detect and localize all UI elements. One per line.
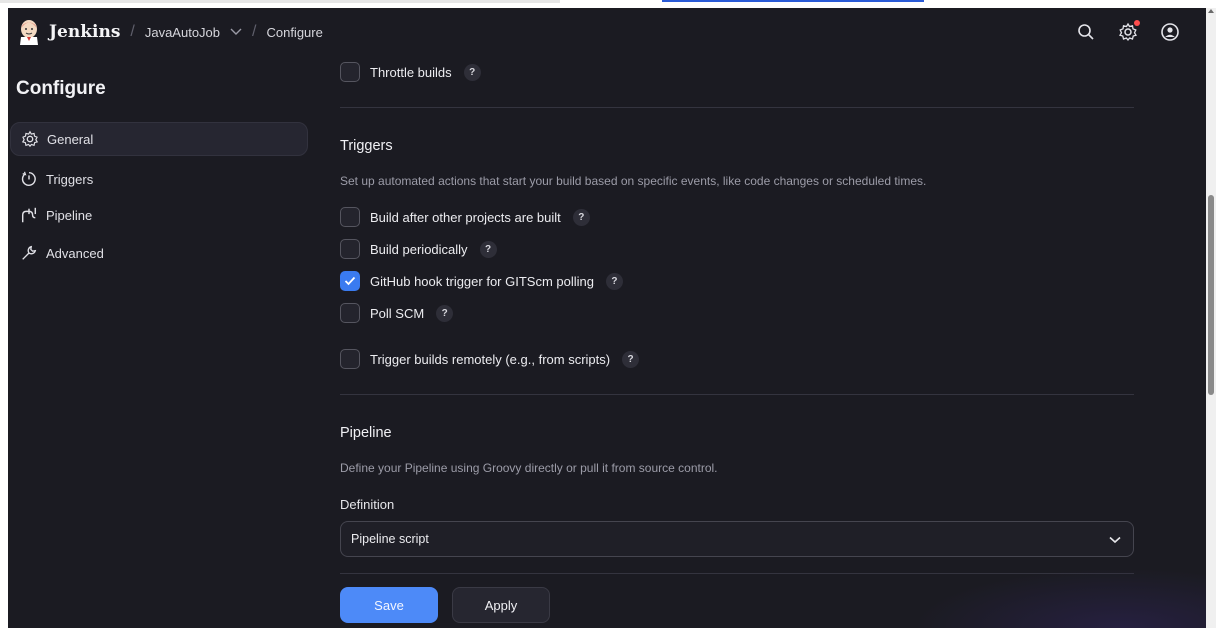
build-periodically-checkbox[interactable]: [340, 239, 360, 259]
build-after-other-checkbox[interactable]: [340, 207, 360, 227]
sidebar-item-label: Advanced: [46, 245, 104, 261]
page-scrollbar[interactable]: [1206, 8, 1216, 628]
breadcrumb-job[interactable]: JavaAutoJob: [145, 25, 220, 40]
chevron-down-icon[interactable]: [230, 25, 242, 39]
definition-selected-value: Pipeline script: [351, 532, 429, 546]
scroll-up-arrow-icon[interactable]: [1208, 8, 1214, 14]
help-icon[interactable]: ?: [622, 350, 640, 368]
checkmark-icon: [344, 276, 356, 286]
breadcrumb-separator: /: [130, 23, 135, 40]
help-icon[interactable]: ?: [479, 240, 497, 258]
throttle-builds-checkbox[interactable]: [340, 62, 360, 82]
help-icon[interactable]: ?: [436, 304, 454, 322]
section-divider: [340, 394, 1134, 395]
sidebar-item-label: Triggers: [46, 171, 94, 187]
help-icon[interactable]: ?: [605, 272, 623, 290]
gear-icon: [21, 130, 39, 148]
save-button[interactable]: Save: [340, 587, 438, 623]
option-label[interactable]: GitHub hook trigger for GITScm polling: [370, 274, 594, 289]
triggers-section-title: Triggers: [340, 138, 393, 154]
poll-scm-checkbox[interactable]: [340, 303, 360, 323]
section-divider: [340, 107, 1134, 108]
configure-form: Throttle builds ? Triggers Set up automa…: [340, 8, 1140, 628]
throttle-builds-option[interactable]: Throttle builds ?: [340, 62, 481, 82]
help-icon[interactable]: ?: [572, 208, 590, 226]
pipeline-section-title: Pipeline: [340, 425, 392, 441]
timer-icon: [20, 170, 38, 188]
sidebar-item-general[interactable]: General: [10, 122, 308, 156]
trigger-option-poll-scm[interactable]: Poll SCM ?: [340, 303, 454, 323]
background-glow: [912, 568, 1212, 628]
triggers-description: Set up automated actions that start your…: [340, 174, 927, 188]
apply-button[interactable]: Apply: [452, 587, 550, 623]
jenkins-logo-icon[interactable]: [18, 19, 40, 45]
browser-top-strip: [0, 0, 1216, 8]
definition-select[interactable]: Pipeline script: [340, 521, 1134, 557]
trigger-option-build-after-other[interactable]: Build after other projects are built ?: [340, 207, 590, 227]
option-label[interactable]: Build after other projects are built: [370, 210, 561, 225]
scrollbar-thumb[interactable]: [1208, 195, 1214, 395]
brand-name[interactable]: Jenkins: [49, 22, 120, 42]
trigger-remotely-checkbox[interactable]: [340, 349, 360, 369]
clipped-text-row: [0, 0, 560, 3]
sidebar-item-label: General: [47, 131, 94, 147]
help-icon[interactable]: ?: [463, 63, 481, 81]
sidebar-item-advanced[interactable]: Advanced: [10, 236, 308, 270]
option-label[interactable]: Poll SCM: [370, 306, 424, 321]
pipeline-icon: [20, 206, 38, 224]
sidebar-item-triggers[interactable]: Triggers: [10, 162, 308, 196]
definition-label: Definition: [340, 497, 395, 512]
sidebar-item-label: Pipeline: [46, 207, 93, 223]
chevron-down-icon: [1109, 533, 1121, 547]
option-label[interactable]: Build periodically: [370, 242, 468, 257]
jenkins-window: Jenkins / JavaAutoJob / Configure Config…: [8, 8, 1212, 628]
sidebar-title: Configure: [16, 78, 106, 99]
account-icon[interactable]: [1160, 22, 1180, 42]
clipped-link-underline: [662, 0, 924, 2]
trigger-option-remote[interactable]: Trigger builds remotely (e.g., from scri…: [340, 349, 640, 369]
breadcrumb-separator: /: [252, 23, 257, 40]
wrench-icon: [20, 244, 38, 262]
sidebar-item-pipeline[interactable]: Pipeline: [10, 198, 308, 232]
pipeline-description: Define your Pipeline using Groovy direct…: [340, 461, 718, 475]
option-label[interactable]: Trigger builds remotely (e.g., from scri…: [370, 352, 610, 367]
github-hook-checkbox[interactable]: [340, 271, 360, 291]
trigger-option-github-hook[interactable]: GitHub hook trigger for GITScm polling ?: [340, 271, 623, 291]
option-label[interactable]: Throttle builds: [370, 65, 452, 80]
trigger-option-build-periodically[interactable]: Build periodically ?: [340, 239, 497, 259]
breadcrumb-configure[interactable]: Configure: [266, 25, 322, 40]
